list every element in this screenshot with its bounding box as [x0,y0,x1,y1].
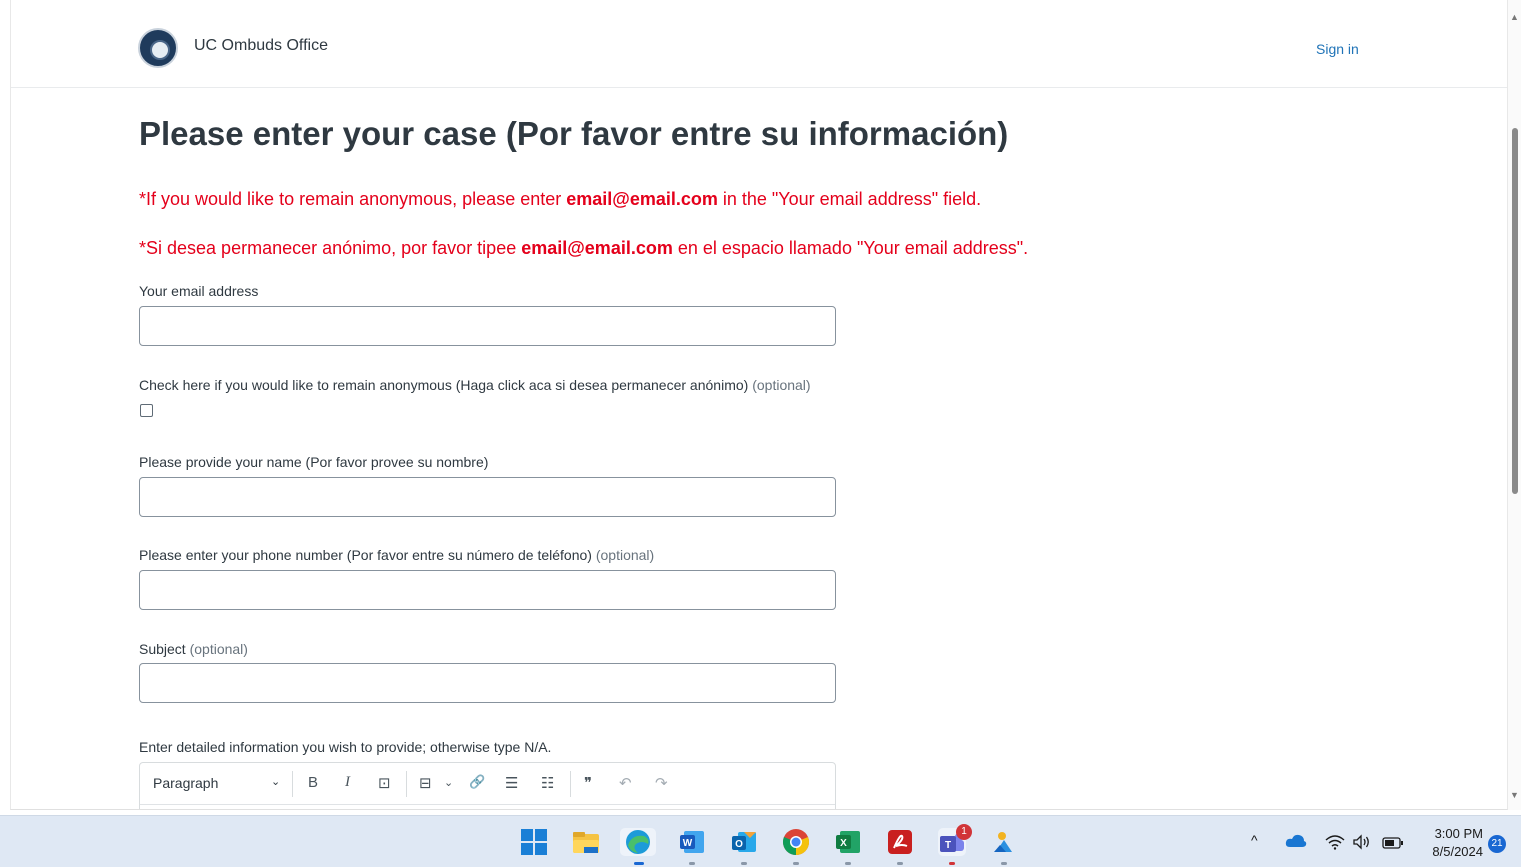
name-label: Please provide your name (Por favor prov… [139,454,489,470]
phone-field[interactable] [139,570,836,610]
anonymous-notice-en: *If you would like to remain anonymous, … [139,189,981,210]
phone-label: Please enter your phone number (Por favo… [139,547,654,563]
phone-label-text: Please enter your phone number (Por favo… [139,547,592,563]
app-indicator [689,862,695,865]
code-block-icon[interactable]: ⊟ [419,774,432,792]
toolbar-divider [292,771,293,797]
app-indicator [897,862,903,865]
quote-icon[interactable]: ❞ [584,774,592,792]
chrome-icon[interactable] [782,828,810,856]
clock-time: 3:00 PM [1434,826,1483,841]
taskbar-clock[interactable]: 3:00 PM 8/5/2024 [1421,825,1483,861]
anonymous-checkbox[interactable] [140,404,153,417]
app-indicator [1001,862,1007,865]
email-label: Your email address [139,283,259,299]
code-icon[interactable]: ⊡ [378,774,391,792]
anonymous-label-text: Check here if you would like to remain a… [139,377,749,393]
bold-button[interactable]: B [308,774,318,791]
onedrive-cloud-icon[interactable] [1285,833,1307,853]
notice-es-email: email@email.com [521,238,673,258]
acrobat-icon[interactable] [886,828,914,856]
notice-es-text-end: en el espacio llamado "Your email addres… [672,238,1029,258]
clock-date: 8/5/2024 [1432,844,1483,859]
email-field[interactable] [139,306,836,346]
undo-icon[interactable]: ↶ [619,774,632,792]
app-indicator [845,862,851,865]
details-label: Enter detailed information you wish to p… [139,739,552,755]
battery-icon[interactable] [1382,836,1404,853]
teams-notification-badge: 1 [956,824,972,840]
chevron-up-icon[interactable]: ^ [1251,832,1258,848]
svg-text:O: O [735,839,743,850]
bulleted-list-icon[interactable]: ☰ [505,774,518,792]
name-field[interactable] [139,477,836,517]
word-icon[interactable]: W [678,828,706,856]
block-format-select[interactable]: Paragraph [153,775,218,791]
windows-start-icon[interactable] [520,828,548,856]
subject-label: Subject (optional) [139,641,248,657]
subject-field[interactable] [139,663,836,703]
app-indicator [949,862,955,865]
notification-count-badge[interactable]: 21 [1488,835,1506,853]
optional-tag: (optional) [189,641,248,657]
details-rich-text-editor[interactable]: Paragraph ⌄ B I ⊡ ⊟ ⌄ 🔗 ☰ ☷ ❞ ↶ ↷ [139,762,836,809]
page-scrollbar[interactable]: ▲ ▼ [1508,0,1521,810]
site-header: UC Ombuds Office Sign in [11,0,1507,88]
browser-page: UC Ombuds Office Sign in Please enter yo… [10,0,1508,810]
optional-tag: (optional) [752,377,811,393]
numbered-list-icon[interactable]: ☷ [541,774,554,792]
subject-label-text: Subject [139,641,186,657]
outlook-icon[interactable]: O [730,828,758,856]
anonymous-label: Check here if you would like to remain a… [139,377,811,393]
svg-text:W: W [683,838,693,849]
brand-name[interactable]: UC Ombuds Office [194,37,328,55]
editor-toolbar: Paragraph ⌄ B I ⊡ ⊟ ⌄ 🔗 ☰ ☷ ❞ ↶ ↷ [140,763,835,805]
scrollbar-thumb[interactable] [1512,128,1518,494]
chevron-down-icon[interactable]: ⌄ [271,775,280,788]
optional-tag: (optional) [595,547,655,563]
svg-text:X: X [840,838,847,849]
file-explorer-icon[interactable] [572,828,600,856]
anonymous-notice-es: *Si desea permanecer anónimo, por favor … [139,238,1028,259]
chevron-down-icon[interactable]: ⌄ [444,776,453,789]
italic-button[interactable]: I [345,774,350,791]
app-indicator [741,862,747,865]
photos-icon[interactable] [990,828,1018,856]
scroll-up-icon[interactable]: ▲ [1510,12,1519,22]
app-indicator [793,862,799,865]
volume-icon[interactable] [1352,834,1372,854]
toolbar-divider [570,771,571,797]
scroll-down-icon[interactable]: ▼ [1510,790,1519,800]
edge-browser-icon[interactable] [620,828,656,856]
toolbar-divider [406,771,407,797]
wifi-icon[interactable] [1325,834,1345,854]
svg-text:T: T [945,840,951,851]
ombuds-logo[interactable] [138,28,178,68]
app-indicator [634,862,644,865]
notice-en-email: email@email.com [566,189,718,209]
notice-en-text-end: in the "Your email address" field. [717,189,982,209]
notice-es-text: *Si desea permanecer anónimo, por favor … [139,238,522,258]
windows-taskbar: W O X T 1 ^ 3:00 PM 8/5/2024 21 [0,815,1521,867]
redo-icon[interactable]: ↷ [655,774,668,792]
excel-icon[interactable]: X [834,828,862,856]
sign-in-link[interactable]: Sign in [1316,41,1359,57]
link-icon[interactable]: 🔗 [469,774,485,790]
page-title: Please enter your case (Por favor entre … [139,115,1009,152]
notice-en-text: *If you would like to remain anonymous, … [139,189,567,209]
